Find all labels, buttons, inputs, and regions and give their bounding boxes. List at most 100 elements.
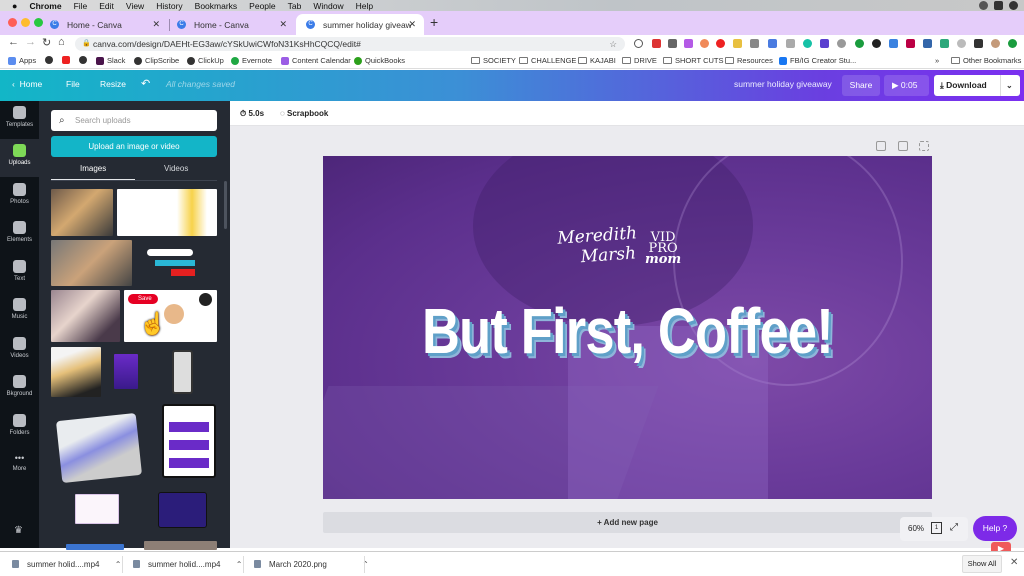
upload-thumbnail[interactable] [114, 354, 138, 389]
fullscreen-icon[interactable]: ⤢ [950, 522, 958, 533]
bookmark-folder-short-cuts[interactable]: SHORT CUTS [663, 56, 723, 65]
crown-premium-icon[interactable]: ♛ [14, 525, 23, 536]
file-menu-button[interactable]: File [66, 79, 80, 89]
page-grid-button[interactable]: 1 [931, 522, 942, 534]
resize-button[interactable]: Resize [100, 79, 126, 89]
password-manager-extension-icon[interactable] [634, 39, 643, 48]
extension-icon[interactable] [906, 39, 915, 48]
bookmark-folder-other[interactable]: Other Bookmarks [951, 56, 1021, 65]
pinterest-extension-icon[interactable] [716, 39, 725, 48]
close-window-button[interactable] [8, 18, 17, 27]
sidenav-text[interactable]: Text [0, 255, 39, 293]
bookmark-folder-challenge[interactable]: CHALLENGE [519, 56, 576, 65]
download-item[interactable]: summer holid....mp4 ⌃ [133, 557, 242, 571]
browser-tab[interactable]: C Home - Canva ✕ [167, 14, 295, 35]
sidenav-more[interactable]: ••• More [0, 447, 39, 485]
duration-button[interactable]: ⏱ 5.0s [240, 109, 264, 119]
menu-view[interactable]: View [126, 1, 144, 11]
help-button[interactable]: Help ? [973, 516, 1017, 541]
back-icon[interactable]: ← [8, 36, 19, 48]
tray-status-icon[interactable] [1009, 1, 1018, 10]
camera-extension-icon[interactable] [786, 39, 795, 48]
upload-thumbnail[interactable] [75, 494, 119, 524]
tab-videos[interactable]: Videos [164, 164, 188, 173]
tab-images[interactable]: Images [80, 164, 106, 173]
bookmark[interactable] [45, 56, 53, 64]
extension-icon[interactable] [668, 39, 677, 48]
bookmark-apps[interactable]: Apps [8, 56, 36, 65]
upload-thumbnail[interactable] [51, 189, 113, 236]
sidenav-videos[interactable]: Videos [0, 332, 39, 370]
bookmark[interactable] [62, 56, 70, 64]
upload-thumbnail[interactable] [51, 290, 120, 342]
extension-icon[interactable] [957, 39, 966, 48]
chevron-up-icon[interactable]: ⌃ [115, 560, 122, 569]
profile-avatar[interactable] [991, 39, 1000, 48]
download-button[interactable]: ⤓ Download ⌄ [934, 75, 1020, 96]
tray-app-icon[interactable] [994, 1, 1003, 10]
bookmark[interactable] [79, 56, 87, 64]
bookmark-evernote[interactable]: Evernote [231, 56, 272, 65]
extension-icon[interactable] [733, 39, 742, 48]
extension-icon[interactable] [820, 39, 829, 48]
upload-thumbnail[interactable] [117, 189, 217, 236]
upload-thumbnail[interactable] [55, 412, 143, 484]
apple-icon[interactable]: ● [12, 1, 17, 11]
sidenav-music[interactable]: Music [0, 293, 39, 331]
menu-tab[interactable]: Tab [288, 1, 302, 11]
extensions-puzzle-icon[interactable] [974, 39, 983, 48]
new-tab-button[interactable]: + [430, 14, 438, 30]
show-all-downloads-button[interactable]: Show All [962, 555, 1002, 573]
logo-brand-text[interactable]: VID PRO mom [645, 231, 681, 266]
close-tab-icon[interactable]: ✕ [152, 19, 160, 30]
extension-icon[interactable] [889, 39, 898, 48]
forward-icon[interactable]: → [25, 36, 36, 48]
chevron-down-icon[interactable]: ⌄ [1006, 75, 1013, 96]
download-item[interactable]: March 2020.png ⌃ [254, 557, 369, 571]
close-tab-icon[interactable]: ✕ [279, 19, 287, 30]
headline-text[interactable]: But First, Coffee! [378, 294, 877, 368]
menu-edit[interactable]: Edit [99, 1, 114, 11]
sidenav-templates[interactable]: Templates [0, 101, 39, 139]
extension-icon[interactable] [700, 39, 709, 48]
eyedropper-extension-icon[interactable] [750, 39, 759, 48]
sidenav-background[interactable]: Bkground [0, 370, 39, 408]
bookmark-fb-ig-creator[interactable]: FB/IG Creator Stu... [779, 56, 856, 65]
bookmark-folder-society[interactable]: SOCIETY [471, 56, 516, 65]
screen-record-icon[interactable] [979, 1, 988, 10]
bookmark-quickbooks[interactable]: QuickBooks [354, 56, 405, 65]
bookmark-star-icon[interactable]: ☆ [609, 37, 617, 51]
upload-media-button[interactable]: Upload an image or video [51, 136, 217, 157]
logo-script-text[interactable]: Meredith Marsh [557, 223, 639, 268]
extension-icon[interactable] [652, 39, 661, 48]
bookmark-folder-kajabi[interactable]: KAJABI [578, 56, 616, 65]
bookmark-clipscribe[interactable]: ClipScribe [134, 56, 179, 65]
animation-button[interactable]: ◌ Scrapbook [280, 109, 328, 118]
menu-people[interactable]: People [249, 1, 275, 11]
duplicate-page-icon[interactable] [898, 141, 908, 151]
menu-bookmarks[interactable]: Bookmarks [195, 1, 238, 11]
close-tab-icon[interactable]: ✕ [408, 19, 416, 30]
add-note-icon[interactable] [876, 141, 886, 151]
bookmark-folder-drive[interactable]: DRIVE [622, 56, 657, 65]
upload-thumbnail[interactable] [51, 347, 101, 397]
extension-icon[interactable] [768, 39, 777, 48]
address-bar[interactable]: 🔒 canva.com/design/DAEHt-EG3aw/cYSkUwiCW… [75, 37, 625, 51]
extension-icon[interactable] [684, 39, 693, 48]
menu-history[interactable]: History [156, 1, 182, 11]
grammarly-extension-icon[interactable] [803, 39, 812, 48]
upload-thumbnail[interactable] [66, 544, 124, 550]
upload-thumbnail[interactable] [51, 240, 132, 286]
undo-icon[interactable]: ↶ [141, 77, 150, 90]
extension-icon[interactable] [940, 39, 949, 48]
upload-thumbnail[interactable] [147, 247, 195, 279]
extension-icon[interactable] [837, 39, 846, 48]
reload-icon[interactable]: ↻ [42, 36, 51, 49]
panel-scrollbar[interactable] [224, 181, 227, 229]
extension-icon[interactable] [923, 39, 932, 48]
upload-thumbnail[interactable] [172, 350, 193, 394]
browser-tab[interactable]: C Home - Canva ✕ [40, 14, 168, 35]
upload-thumbnail[interactable] [162, 404, 216, 478]
bookmark-content-calendar[interactable]: Content Calendar [281, 56, 351, 65]
zoom-level[interactable]: 60% [908, 524, 924, 533]
